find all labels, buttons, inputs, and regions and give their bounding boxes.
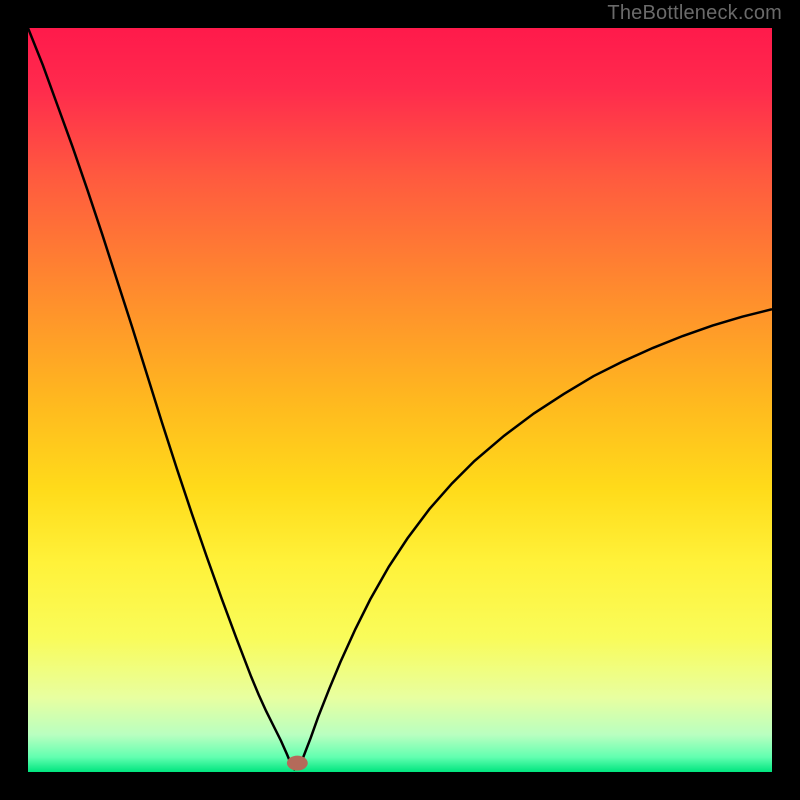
chart-frame: TheBottleneck.com [0,0,800,800]
bottleneck-plot [28,28,772,772]
minimum-marker [287,756,308,771]
plot-area [28,28,772,772]
plot-background [28,28,772,772]
watermark-label: TheBottleneck.com [607,2,782,25]
